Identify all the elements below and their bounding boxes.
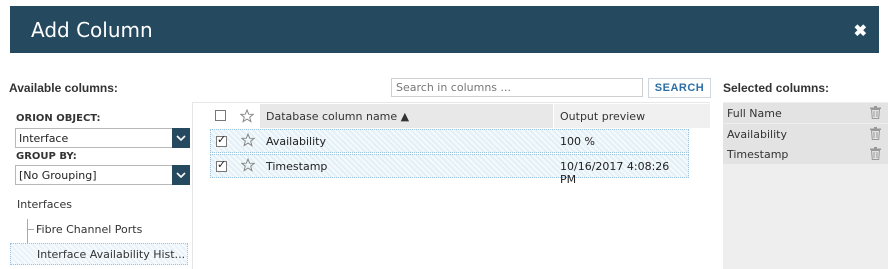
selected-column-item[interactable]: Full Name xyxy=(723,103,888,123)
row-output-preview: 10/16/2017 4:08:26 PM xyxy=(560,160,670,186)
trash-icon[interactable] xyxy=(870,147,881,160)
chevron-down-icon[interactable] xyxy=(172,128,190,148)
tree-item-label: Fibre Channel Ports xyxy=(36,222,143,236)
orion-object-select[interactable]: Interface xyxy=(15,128,190,148)
select-all-cell xyxy=(210,104,235,128)
row-checkbox[interactable] xyxy=(216,133,227,147)
tree-item-interface-availability-history[interactable]: Interface Availability Hist... xyxy=(10,243,188,265)
selected-column-label: Full Name xyxy=(727,107,782,120)
chevron-down-icon[interactable] xyxy=(172,165,190,185)
table-row[interactable]: Timestamp 10/16/2017 4:08:26 PM xyxy=(210,154,689,186)
selected-column-item[interactable]: Timestamp xyxy=(723,144,888,164)
selected-column-label: Timestamp xyxy=(727,148,789,161)
trash-icon[interactable] xyxy=(870,106,881,119)
table-row[interactable]: Availability 100 % xyxy=(210,129,689,153)
group-by-select[interactable]: [No Grouping] xyxy=(15,165,190,185)
tree-root-interfaces[interactable]: Interfaces xyxy=(17,198,72,211)
row-column-name: Availability xyxy=(266,135,326,148)
select-all-checkbox[interactable] xyxy=(215,110,226,121)
star-icon[interactable] xyxy=(240,157,256,175)
row-output-preview: 100 % xyxy=(560,135,595,148)
group-by-label: GROUP BY: xyxy=(16,151,77,162)
columns-grid-header: Database column name ▲ Output preview xyxy=(210,104,710,128)
star-icon xyxy=(239,108,255,126)
close-icon[interactable]: ✖ xyxy=(854,21,867,41)
favorite-header-cell xyxy=(235,104,260,128)
selected-column-item[interactable]: Availability xyxy=(723,124,888,144)
tree-item-fibre-channel-ports[interactable]: Fibre Channel Ports xyxy=(34,218,184,240)
dialog-title: Add Column xyxy=(31,18,153,42)
trash-icon[interactable] xyxy=(870,127,881,140)
star-icon[interactable] xyxy=(240,132,256,150)
dialog-header: Add Column ✖ xyxy=(10,6,879,53)
row-checkbox[interactable] xyxy=(216,158,227,172)
search-button[interactable]: SEARCH xyxy=(648,78,711,98)
column-name-header[interactable]: Database column name ▲ xyxy=(260,104,553,128)
output-preview-header: Output preview xyxy=(554,104,710,128)
tree-item-label: Interface Availability Hist... xyxy=(37,247,186,261)
tree-connector xyxy=(27,229,34,230)
orion-object-label: ORION OBJECT: xyxy=(16,113,101,124)
selected-columns-label: Selected columns: xyxy=(723,81,830,95)
available-columns-label: Available columns: xyxy=(9,81,118,95)
selected-column-label: Availability xyxy=(727,128,787,141)
orion-object-value: Interface xyxy=(19,132,69,145)
group-by-value: [No Grouping] xyxy=(19,169,97,182)
column-search-input[interactable] xyxy=(391,78,643,97)
row-column-name: Timestamp xyxy=(266,160,328,173)
